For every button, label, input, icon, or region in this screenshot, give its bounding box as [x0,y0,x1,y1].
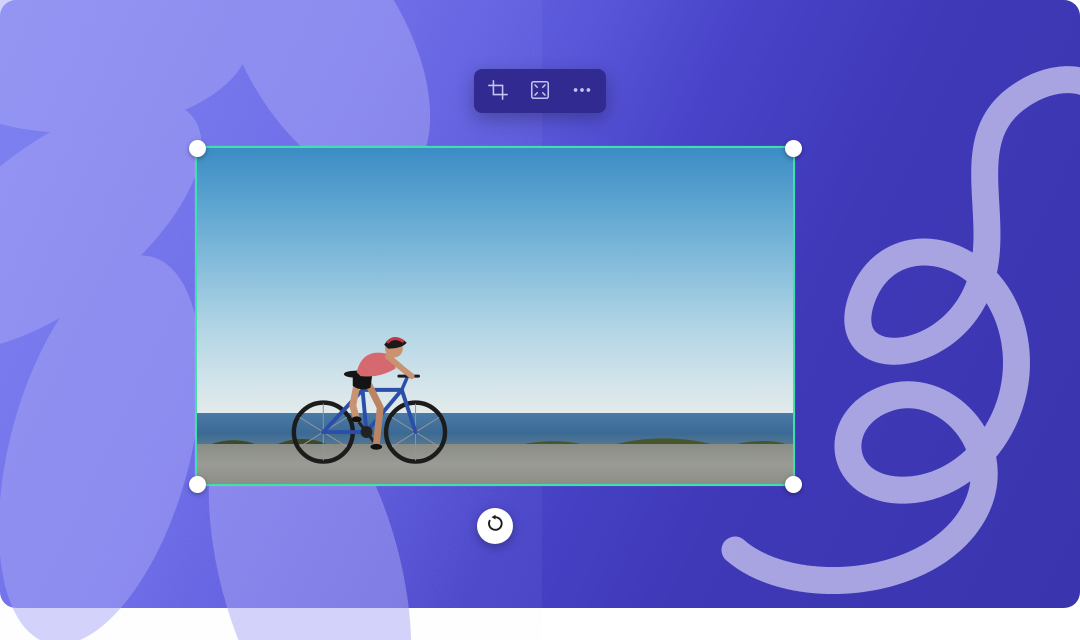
editor-canvas-background [0,0,1080,608]
expand-icon [529,79,551,104]
crop-icon [487,79,509,104]
selected-image-frame[interactable] [195,146,795,486]
resize-handle-top-right[interactable] [785,140,802,157]
selected-image[interactable] [197,148,793,484]
more-icon [571,79,593,104]
resize-handle-bottom-right[interactable] [785,476,802,493]
resize-handle-top-left[interactable] [189,140,206,157]
resize-handle-bottom-left[interactable] [189,476,206,493]
expand-button[interactable] [526,77,554,105]
more-options-button[interactable] [568,77,596,105]
rotate-handle[interactable] [477,508,513,544]
image-edit-toolbar [474,69,606,113]
image-cyclist [286,329,453,463]
rotate-icon [486,514,505,538]
crop-button[interactable] [484,77,512,105]
